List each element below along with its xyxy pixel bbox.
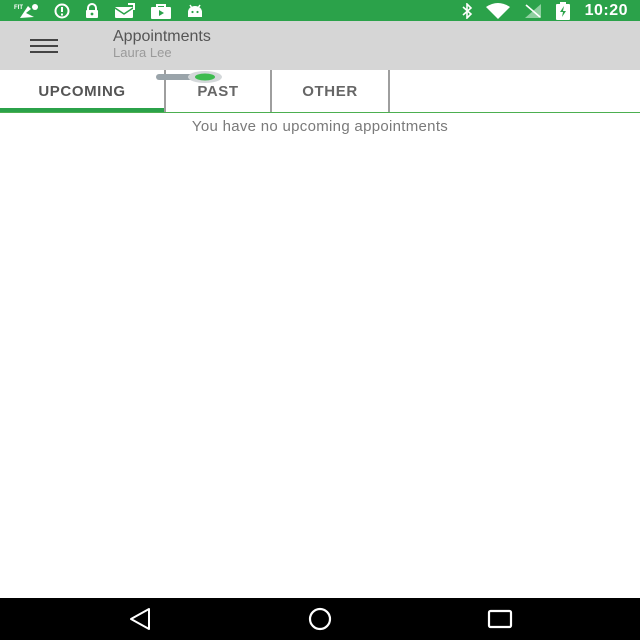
tab-bar: UPCOMING PAST OTHER <box>0 70 640 113</box>
home-icon[interactable] <box>305 606 335 632</box>
system-nav-bar <box>0 598 640 640</box>
no-signal-icon <box>524 3 541 18</box>
recents-icon[interactable] <box>485 606 515 632</box>
appointments-screen: FIT 10:20 Appointments Laura Lee UPCOMIN… <box>0 0 640 640</box>
tab-other[interactable]: OTHER <box>270 70 390 112</box>
svg-text:FIT: FIT <box>14 5 23 11</box>
toggle-handle[interactable] <box>156 71 224 83</box>
page-subtitle: Laura Lee <box>113 45 172 60</box>
fit-app-icon: FIT <box>14 3 38 18</box>
mail-icon <box>114 2 135 18</box>
lock-icon <box>86 2 98 18</box>
bluetooth-icon <box>462 2 472 19</box>
status-right-icons: 10:20 <box>461 0 628 21</box>
info-icon <box>54 3 70 18</box>
hamburger-menu-icon[interactable] <box>22 33 66 59</box>
app-bar: Appointments Laura Lee <box>0 21 640 70</box>
empty-state-message: You have no upcoming appointments <box>191 118 449 135</box>
status-left-icons: FIT <box>14 0 204 21</box>
battery-charging-icon <box>555 1 570 20</box>
back-icon[interactable] <box>126 606 156 632</box>
android-icon <box>188 4 202 17</box>
status-time: 10:20 <box>584 1 628 19</box>
tab-upcoming[interactable]: UPCOMING <box>0 70 164 112</box>
wifi-icon <box>485 2 510 19</box>
play-store-icon <box>151 3 171 19</box>
status-bar: FIT 10:20 <box>0 0 640 21</box>
page-title: Appointments <box>113 28 211 45</box>
